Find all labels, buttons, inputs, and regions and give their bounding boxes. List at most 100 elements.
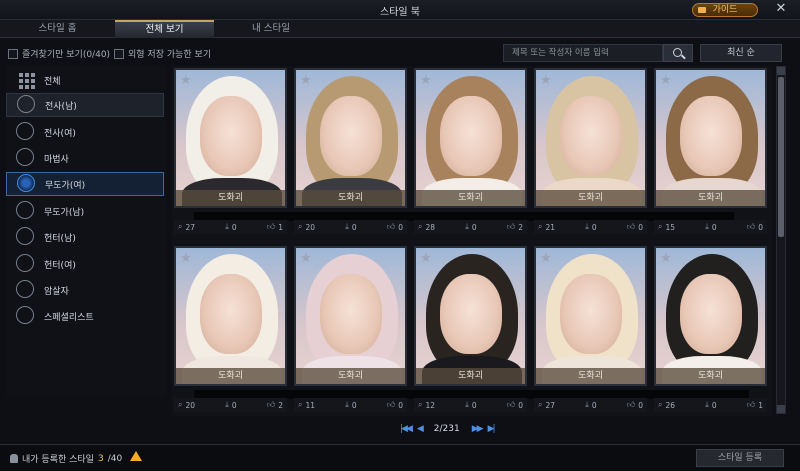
style-card[interactable]: ★ 도화괴 ⌕ 20 ⤓ 0 👍︎ 0: [294, 68, 407, 234]
sidebar-item-all[interactable]: 전체: [6, 68, 164, 92]
specialist-icon: [16, 306, 36, 326]
favorite-star-icon[interactable]: ★: [420, 252, 434, 266]
downloads-count: 0: [591, 222, 597, 232]
registered-number: 3: [97, 453, 104, 464]
style-card[interactable]: ★ 도화괴 ⌕ 15 ⤓ 0 👍︎ 0: [654, 68, 767, 234]
favorite-star-icon[interactable]: ★: [300, 74, 314, 88]
style-card[interactable]: ★ 도화괴 ⌕ 20 ⤓ 0 👍︎ 2: [174, 246, 287, 412]
download-icon: ⤓: [465, 222, 469, 231]
style-card[interactable]: ★ 도화괴 ⌕ 26 ⤓ 0 👍︎ 1: [654, 246, 767, 412]
prev-page-button[interactable]: ◀: [417, 424, 424, 434]
first-page-button[interactable]: |◀◀: [400, 424, 413, 434]
last-page-button[interactable]: ▶|: [488, 424, 496, 434]
sidebar-item-assassin[interactable]: 암살자: [6, 278, 164, 302]
scroll-down-button[interactable]: [777, 405, 785, 413]
registered-prefix: 내가 등록한 스타일: [22, 455, 94, 465]
hunter-male-icon: [16, 227, 36, 247]
style-thumbnail[interactable]: ★ 도화괴: [294, 246, 407, 386]
sidebar-item-martial-artist-male[interactable]: 무도가(남): [6, 199, 164, 223]
style-card[interactable]: ★ 도화괴 ⌕ 12 ⤓ 0 👍︎ 0: [414, 246, 527, 412]
like-icon: 👍︎: [746, 400, 756, 409]
sidebar-item-label: 무도가(여): [45, 180, 86, 191]
downloads-count: 0: [711, 222, 717, 232]
favorites-only-checkbox[interactable]: 즐겨찾기만 보기(0/40): [8, 47, 110, 60]
style-thumbnail[interactable]: ★ 도화괴: [174, 68, 287, 208]
style-card[interactable]: ★ 도화괴 ⌕ 11 ⤓ 0 👍︎ 0: [294, 246, 407, 412]
footer-bar: 내가 등록한 스타일 3/40 스타일 등록: [0, 444, 800, 471]
martial-artist-female-icon: [17, 174, 37, 194]
close-button[interactable]: ✕: [774, 2, 788, 16]
favorite-star-icon[interactable]: ★: [300, 252, 314, 266]
sidebar-item-hunter-male[interactable]: 헌터(남): [6, 225, 164, 249]
sidebar-item-hunter-female[interactable]: 헌터(여): [6, 252, 164, 276]
scrollbar[interactable]: [776, 66, 786, 414]
next-page-button[interactable]: ▶▶: [472, 424, 484, 434]
registered-count: 내가 등록한 스타일 3/40: [10, 452, 122, 465]
favorite-star-icon[interactable]: ★: [540, 74, 554, 88]
download-icon: ⤓: [585, 222, 589, 231]
window-title: 스타일 북: [380, 7, 420, 18]
downloads-count: 0: [231, 222, 237, 232]
style-card[interactable]: ★ 도화괴 ⌕ 27 ⤓ 0 👍︎ 1: [174, 68, 287, 234]
filter-row: 즐겨찾기만 보기(0/40) 외형 저장 가능한 보기 제목 또는 작성자 이름…: [0, 44, 800, 62]
card-stats: ⌕ 26 ⤓ 0 👍︎ 1: [654, 398, 767, 412]
sidebar-item-warrior-male[interactable]: 전사(남): [6, 93, 164, 117]
style-thumbnail[interactable]: ★ 도화괴: [294, 68, 407, 208]
favorite-star-icon[interactable]: ★: [180, 74, 194, 88]
download-icon: ⤓: [465, 400, 469, 409]
pagination: |◀◀ ◀ 2/231 ▶▶ ▶|: [400, 423, 496, 435]
card-stats: ⌕ 27 ⤓ 0 👍︎ 0: [534, 398, 647, 412]
download-icon: ⤓: [225, 222, 229, 231]
style-card[interactable]: ★ 도화괴 ⌕ 21 ⤓ 0 👍︎ 0: [534, 68, 647, 234]
style-thumbnail[interactable]: ★ 도화괴: [654, 246, 767, 386]
savable-only-checkbox[interactable]: 외형 저장 가능한 보기: [114, 47, 211, 60]
registered-total: /40: [107, 453, 123, 464]
title-bar: 스타일 북 가이드 ✕: [0, 0, 800, 20]
sidebar-item-label: 전체: [44, 76, 61, 87]
sort-button[interactable]: 최신 순: [700, 44, 782, 62]
tab-view-all[interactable]: 전체 보기: [115, 20, 214, 38]
favorite-star-icon[interactable]: ★: [180, 252, 194, 266]
search-icon: [673, 48, 682, 57]
like-icon: 👍︎: [626, 400, 636, 409]
downloads-count: 0: [591, 400, 597, 410]
tab-my-style[interactable]: 내 스타일: [214, 20, 328, 38]
face: [440, 96, 502, 176]
tab-style-home[interactable]: 스타일 홈: [0, 20, 115, 38]
card-stats: ⌕ 28 ⤓ 0 👍︎ 2: [414, 220, 527, 234]
sidebar-item-label: 암살자: [44, 286, 69, 297]
guide-button[interactable]: 가이드: [692, 3, 758, 17]
style-card[interactable]: ★ 도화괴 ⌕ 27 ⤓ 0 👍︎ 0: [534, 246, 647, 412]
favorite-star-icon[interactable]: ★: [540, 252, 554, 266]
search-input[interactable]: 제목 또는 작성자 이름 입력: [503, 44, 663, 62]
like-icon: 👍︎: [746, 222, 756, 231]
download-icon: ⤓: [585, 400, 589, 409]
register-style-button[interactable]: 스타일 등록: [696, 449, 784, 467]
scroll-up-button[interactable]: [777, 67, 785, 75]
search-button[interactable]: [663, 44, 693, 62]
sidebar-item-label: 전사(남): [45, 101, 77, 112]
style-thumbnail[interactable]: ★ 도화괴: [414, 68, 527, 208]
style-thumbnail[interactable]: ★ 도화괴: [654, 68, 767, 208]
sidebar-item-martial-artist-female[interactable]: 무도가(여): [6, 172, 164, 196]
sidebar-item-warrior-female[interactable]: 전사(여): [6, 120, 164, 144]
favorite-star-icon[interactable]: ★: [420, 74, 434, 88]
sidebar-item-label: 전사(여): [44, 128, 76, 139]
download-icon: ⤓: [345, 400, 349, 409]
likes-count: 0: [518, 400, 523, 410]
style-thumbnail[interactable]: ★ 도화괴: [534, 246, 647, 386]
favorite-star-icon[interactable]: ★: [660, 74, 674, 88]
grid-icon: [16, 70, 36, 90]
sidebar-item-specialist[interactable]: 스페셜리스트: [6, 304, 164, 328]
like-icon: 👍︎: [506, 222, 516, 231]
style-thumbnail[interactable]: ★ 도화괴: [174, 246, 287, 386]
style-thumbnail[interactable]: ★ 도화괴: [414, 246, 527, 386]
style-card[interactable]: ★ 도화괴 ⌕ 28 ⤓ 0 👍︎ 2: [414, 68, 527, 234]
style-thumbnail[interactable]: ★ 도화괴: [534, 68, 647, 208]
favorite-star-icon[interactable]: ★: [660, 252, 674, 266]
face: [440, 274, 502, 354]
scroll-thumb[interactable]: [778, 77, 784, 237]
sidebar-item-mage[interactable]: 마법사: [6, 146, 164, 170]
card-caption: 도화괴: [296, 368, 405, 384]
likes-count: 0: [638, 222, 643, 232]
